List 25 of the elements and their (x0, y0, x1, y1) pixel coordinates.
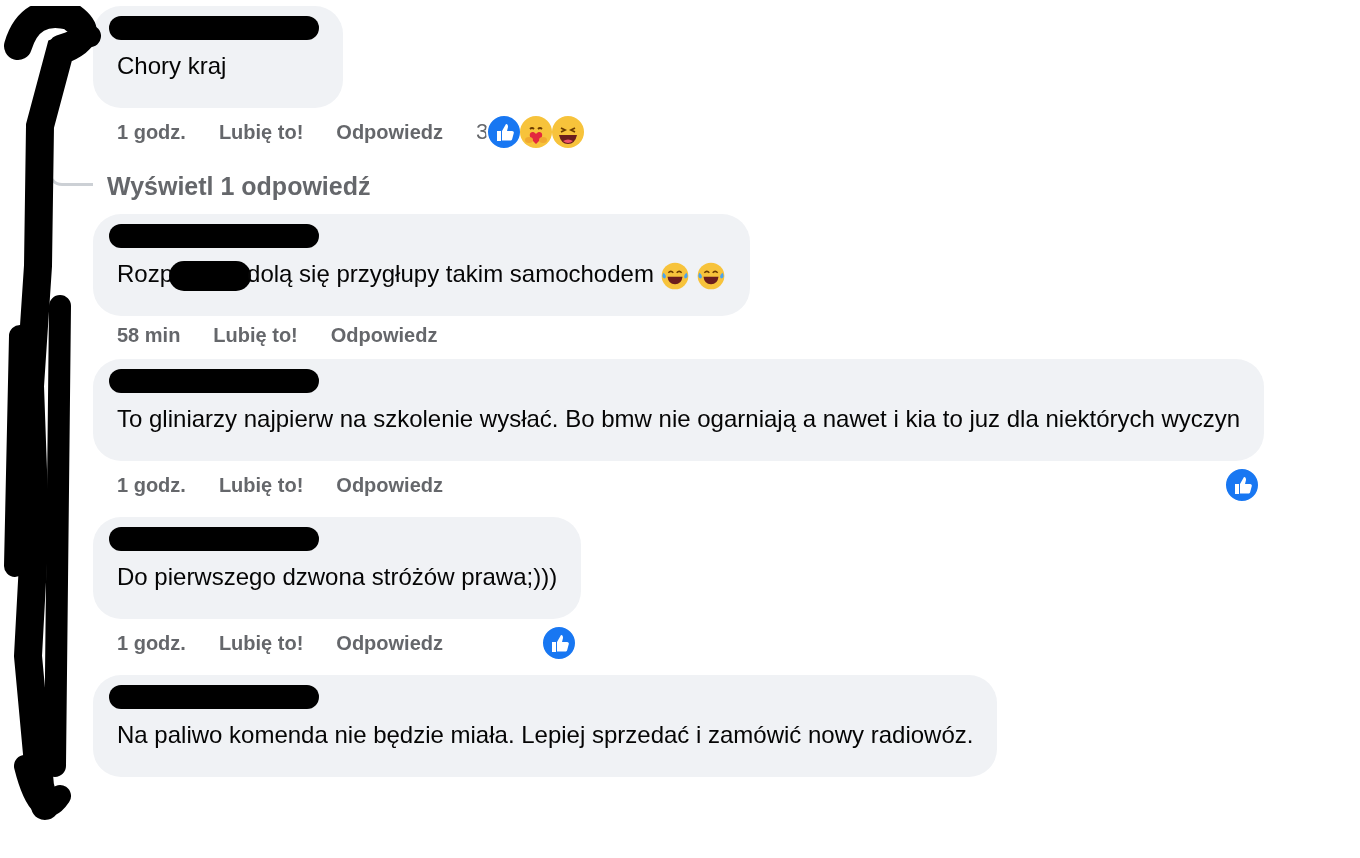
comment-text: Na paliwo komenda nie będzie miała. Lepiej sprzedać i zamówić nowy radiowóz. (117, 720, 974, 750)
reply-link[interactable]: Odpowiedz (336, 473, 443, 497)
like-link[interactable]: Lubię to! (213, 324, 298, 347)
like-link[interactable]: Lubię to! (218, 120, 304, 144)
hugging-face-icon (518, 114, 555, 150)
reaction-count: 3 (476, 119, 489, 145)
crying-laughing-emoji-icon (659, 260, 690, 291)
crying-laughing-emoji-icon (695, 260, 726, 291)
like-icon (541, 625, 578, 661)
timestamp: 58 min (117, 324, 181, 347)
laughing-face-icon (550, 114, 587, 150)
timestamp: 1 godz. (117, 473, 186, 497)
timestamp: 1 godz. (117, 120, 186, 144)
like-link[interactable]: Lubię to! (218, 631, 304, 655)
comment-text: To gliniarzy najpierw na szkolenie wysłać. Bo bmw nie ogarniają a nawet i kia to juz dla niektórych wyczyn (117, 404, 1241, 434)
reply-link[interactable]: Odpowiedz (336, 631, 443, 655)
timestamp: 1 godz. (117, 631, 186, 655)
like-icon (486, 114, 523, 150)
like-icon (1224, 467, 1261, 503)
view-replies-link[interactable]: Wyświetl 1 odpowiedź (107, 171, 371, 201)
comment-text: Chory kraj (117, 51, 228, 81)
reply-link[interactable]: Odpowiedz (330, 324, 438, 347)
comment-text: Do pierwszego dzwona stróżów prawa;))) (117, 562, 558, 592)
reply-link[interactable]: Odpowiedz (336, 120, 443, 144)
like-link[interactable]: Lubię to! (218, 473, 304, 497)
